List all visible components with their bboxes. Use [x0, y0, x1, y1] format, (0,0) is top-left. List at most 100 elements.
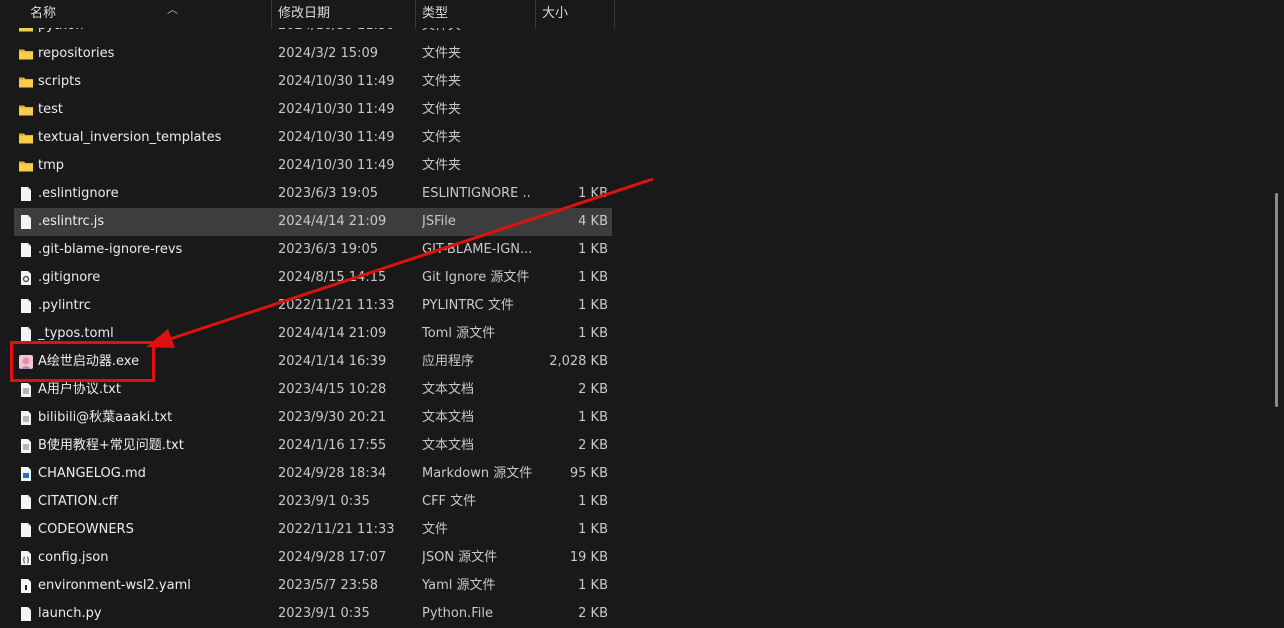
file-icon	[18, 186, 34, 202]
file-size: 19 KB	[569, 550, 608, 565]
column-size[interactable]: 大小	[536, 0, 614, 28]
file-row[interactable]: repositories 2024/3/2 15:09 文件夹	[14, 40, 612, 68]
text-file-icon	[18, 438, 34, 454]
file-icon	[18, 522, 34, 538]
file-row[interactable]: scripts 2024/10/30 11:49 文件夹	[14, 68, 612, 96]
file-size: 2 KB	[578, 438, 608, 453]
vertical-scrollbar[interactable]	[1275, 193, 1278, 407]
file-modified: 2024/4/14 21:09	[278, 326, 387, 341]
file-type: Git Ignore 源文件	[422, 270, 530, 285]
file-row[interactable]: textual_inversion_templates 2024/10/30 11…	[14, 124, 612, 152]
file-row[interactable]: environment-wsl2.yaml 2023/5/7 23:58 Yaml …	[14, 572, 612, 600]
file-size: 4 KB	[578, 214, 608, 229]
file-size: 1 KB	[578, 298, 608, 313]
file-name: .pylintrc	[38, 298, 91, 313]
file-name: scripts	[38, 74, 81, 89]
file-name: .eslintignore	[38, 186, 119, 201]
file-size	[532, 152, 608, 180]
yaml-file-icon	[18, 578, 34, 594]
file-size: 1 KB	[578, 522, 608, 537]
file-type: ESLINTIGNORE ...	[422, 186, 532, 201]
file-modified: 2022/11/21 11:33	[278, 522, 395, 537]
file-type: 文本文档	[422, 382, 475, 397]
file-modified: 2023/4/15 10:28	[278, 382, 387, 397]
folder-icon	[18, 74, 34, 90]
file-row[interactable]: config.json 2024/9/28 17:07 JSON 源文件 19 KB	[14, 544, 612, 572]
file-modified: 2024/10/30 11:49	[278, 130, 395, 145]
file-size: 1 KB	[578, 186, 608, 201]
file-icon	[18, 298, 34, 314]
file-modified: 2023/9/1 0:35	[278, 606, 370, 621]
file-icon	[18, 214, 34, 230]
file-modified: 2023/9/1 0:35	[278, 494, 370, 509]
file-type: 文件夹	[422, 46, 462, 61]
file-row[interactable]: bilibili@秋葉aaaki.txt 2023/9/30 20:21 文本文档 1…	[14, 404, 612, 432]
file-name: B使用教程+常见问题.txt	[38, 438, 184, 453]
file-name: bilibili@秋葉aaaki.txt	[38, 410, 173, 425]
file-size: 2 KB	[578, 382, 608, 397]
file-modified: 2024/1/16 17:55	[278, 438, 387, 453]
file-row[interactable]: A用户协议.txt 2023/4/15 10:28 文本文档 2 KB	[14, 376, 612, 404]
file-row[interactable]: test 2024/10/30 11:49 文件夹	[14, 96, 612, 124]
file-modified: 2024/3/2 15:09	[278, 46, 378, 61]
column-modified-label: 修改日期	[278, 6, 331, 21]
file-row[interactable]: .eslintrc.js 2024/4/14 21:09 JSFile 4 KB	[14, 208, 612, 236]
python-file-icon	[18, 606, 34, 622]
file-size	[532, 68, 608, 96]
column-name-label: 名称	[30, 6, 57, 21]
folder-icon	[18, 46, 34, 62]
file-row[interactable]: CHANGELOG.md 2024/9/28 18:34 Markdown 源文件 9…	[14, 460, 612, 488]
file-row[interactable]: .pylintrc 2022/11/21 11:33 PYLINTRC 文件 1 KB	[14, 292, 612, 320]
file-row[interactable]: .git-blame-ignore-revs 2023/6/3 19:05 GIT-…	[14, 236, 612, 264]
file-row[interactable]: .eslintignore 2023/6/3 19:05 ESLINTIGNORE …	[14, 180, 612, 208]
json-file-icon	[18, 550, 34, 566]
file-name: .eslintrc.js	[38, 214, 105, 229]
file-row[interactable]: .gitignore 2024/8/15 14:15 Git Ignore 源文件 1…	[14, 264, 612, 292]
file-icon	[18, 494, 34, 510]
file-row[interactable]: launch.py 2023/9/1 0:35 Python.File 2 KB	[14, 600, 612, 628]
column-divider[interactable]	[614, 0, 615, 28]
markdown-file-icon	[18, 466, 34, 482]
file-type: Python.File	[422, 606, 493, 621]
file-name: CODEOWNERS	[38, 522, 134, 537]
file-type: 文本文档	[422, 410, 475, 425]
file-size: 1 KB	[578, 410, 608, 425]
file-row[interactable]: A绘世启动器.exe 2024/1/14 16:39 应用程序 2,028 KB	[14, 348, 612, 376]
file-name: config.json	[38, 550, 109, 565]
file-type: 文件夹	[422, 158, 462, 173]
file-modified: 2024/1/14 16:39	[278, 354, 387, 369]
file-modified: 2024/9/28 18:34	[278, 466, 387, 481]
file-type: 应用程序	[422, 354, 475, 369]
file-row[interactable]: tmp 2024/10/30 11:49 文件夹	[14, 152, 612, 180]
gear-file-icon	[18, 270, 34, 286]
file-size: 1 KB	[578, 494, 608, 509]
column-modified[interactable]: 修改日期	[272, 0, 415, 28]
file-modified: 2023/9/30 20:21	[278, 410, 387, 425]
file-modified: 2023/6/3 19:05	[278, 242, 378, 257]
file-size	[532, 124, 608, 152]
file-type: JSON 源文件	[422, 550, 498, 565]
file-name: CHANGELOG.md	[38, 466, 146, 481]
file-icon	[18, 326, 34, 342]
file-name: A绘世启动器.exe	[38, 354, 140, 369]
file-size: 2,028 KB	[549, 354, 608, 369]
file-list: python2024/10/30 11:50文件夹repositories202…	[0, 0, 620, 628]
file-name: launch.py	[38, 606, 102, 621]
file-type: JSFile	[422, 214, 456, 229]
file-row[interactable]: _typos.toml 2024/4/14 21:09 Toml 源文件 1 KB	[14, 320, 612, 348]
column-size-label: 大小	[542, 6, 569, 21]
file-size	[532, 40, 608, 68]
file-name: _typos.toml	[38, 326, 114, 341]
column-name[interactable]: 名称 ︿	[24, 0, 272, 28]
file-row[interactable]: CODEOWNERS 2022/11/21 11:33 文件 1 KB	[14, 516, 612, 544]
file-modified: 2024/8/15 14:15	[278, 270, 387, 285]
file-name: repositories	[38, 46, 115, 61]
file-modified: 2024/4/14 21:09	[278, 214, 387, 229]
sort-ascending-icon: ︿	[167, 3, 178, 16]
file-size: 1 KB	[578, 578, 608, 593]
file-row[interactable]: B使用教程+常见问题.txt 2024/1/16 17:55 文本文档 2 KB	[14, 432, 612, 460]
file-name: CITATION.cff	[38, 494, 118, 509]
column-type[interactable]: 类型	[416, 0, 535, 28]
file-row[interactable]: CITATION.cff 2023/9/1 0:35 CFF 文件 1 KB	[14, 488, 612, 516]
column-type-label: 类型	[422, 6, 449, 21]
